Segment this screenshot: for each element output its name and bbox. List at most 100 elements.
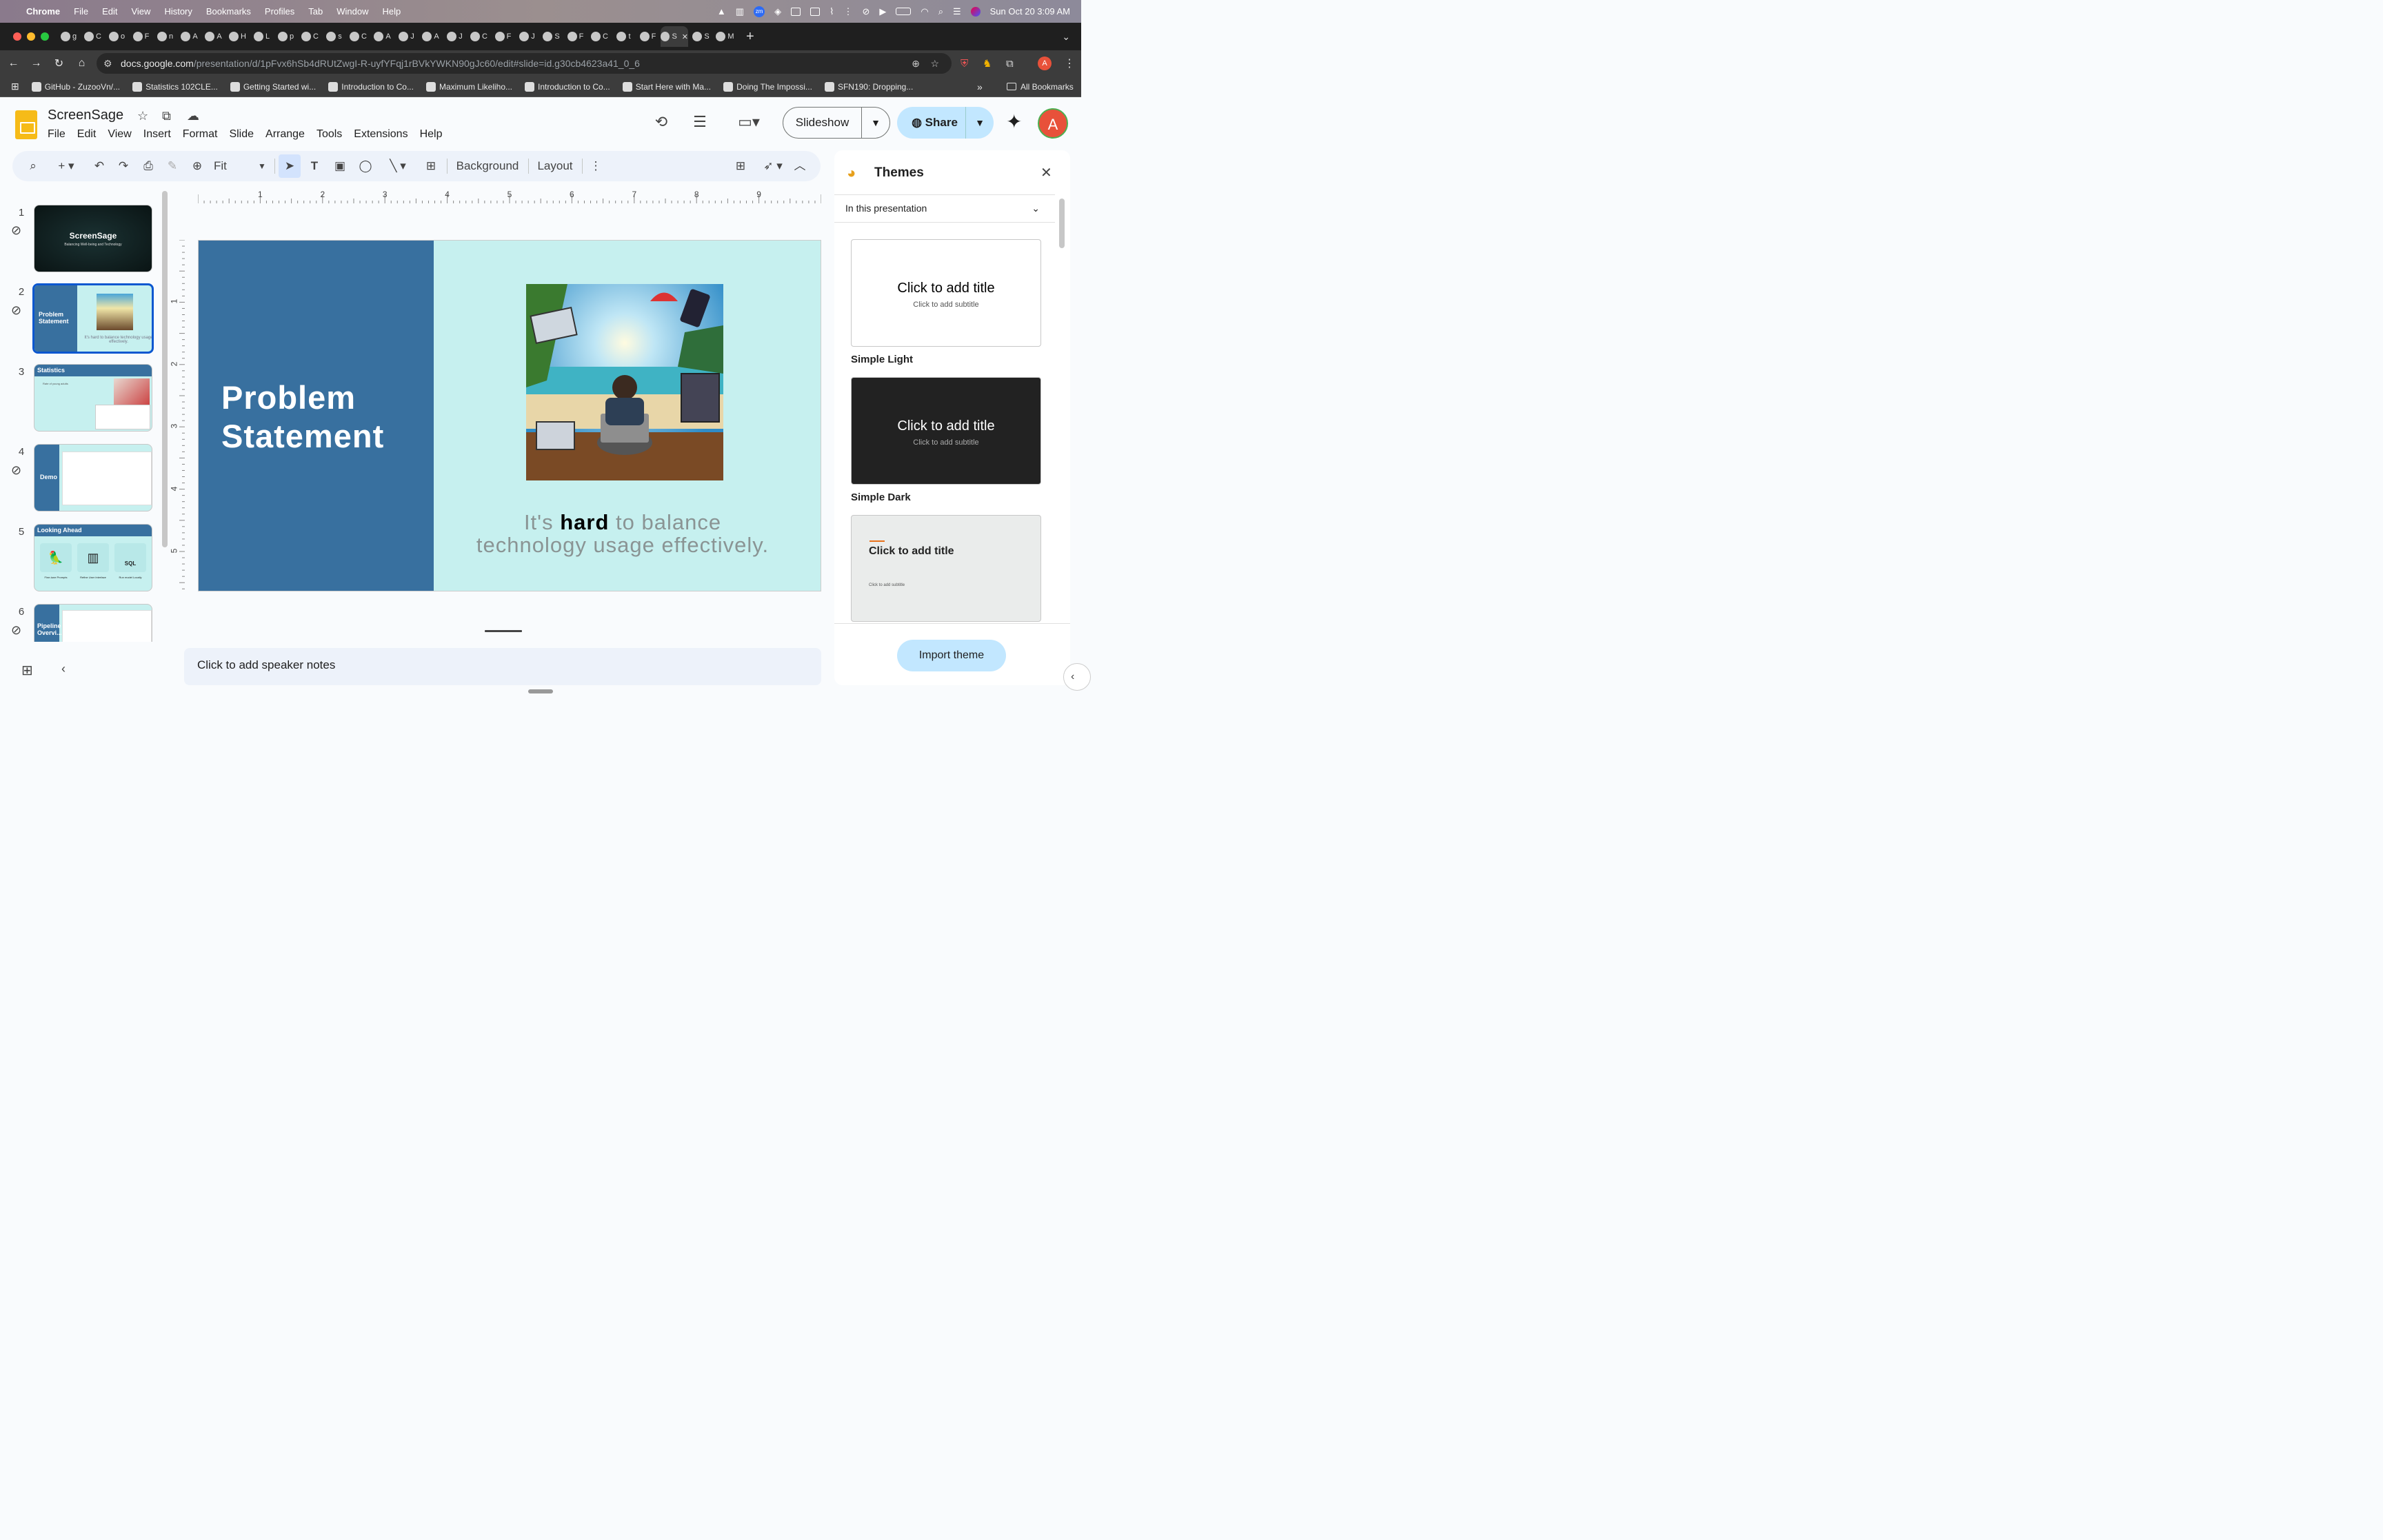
maximize-window-button[interactable] [41, 32, 49, 41]
browser-tab[interactable]: A [178, 26, 201, 47]
bookmark-item[interactable]: Statistics 102CLE... [132, 81, 218, 92]
menu-view[interactable]: View [131, 6, 150, 17]
collapse-filmstrip-icon[interactable]: ‹ [61, 662, 66, 676]
bookmark-item[interactable]: Introduction to Co... [525, 81, 610, 92]
theme-card-simple-dark[interactable]: Click to add title Click to add subtitle [851, 377, 1041, 485]
slideshow-button[interactable]: Slideshow ▼ [783, 107, 890, 139]
text-icon[interactable] [810, 7, 821, 16]
status-icon[interactable]: ▲ [717, 6, 726, 17]
bottom-resize-handle[interactable] [528, 689, 553, 693]
insert-image-plus-icon[interactable]: ⊞ [732, 151, 749, 181]
zoom-icon[interactable]: ⊕ [189, 151, 205, 181]
browser-tab[interactable]: H [226, 26, 249, 47]
browser-tab[interactable]: o [105, 26, 128, 47]
chrome-menu-icon[interactable]: ⋮ [1064, 57, 1075, 70]
close-icon[interactable]: ✕ [1040, 164, 1052, 181]
browser-tab[interactable]: A [371, 26, 394, 47]
browser-tab[interactable]: S [540, 26, 563, 47]
document-title[interactable]: ScreenSage [48, 108, 123, 123]
menu-insert[interactable]: Insert [143, 128, 171, 141]
layout-button[interactable]: Layout [534, 151, 576, 181]
home-icon[interactable]: ⌂ [70, 57, 93, 70]
theme-card-streamline[interactable]: Click to add title Click to add subtitle [851, 515, 1041, 622]
slide-title[interactable]: Problem Statement [221, 378, 428, 456]
menu-window[interactable]: Window [336, 6, 368, 17]
insert-image-icon[interactable]: ▣ [332, 151, 348, 181]
menu-app-name[interactable]: Chrome [26, 6, 60, 17]
back-arrow-icon[interactable]: ← [2, 57, 25, 70]
menu-bookmarks[interactable]: Bookmarks [206, 6, 251, 17]
themes-scrollbar[interactable] [1059, 199, 1065, 248]
paperclip-icon[interactable]: ⌇ [829, 6, 834, 17]
menu-format[interactable]: Format [183, 128, 218, 141]
browser-tab[interactable]: C [299, 26, 321, 47]
browser-tab[interactable]: p [274, 26, 297, 47]
bookmark-star-icon[interactable]: ☆ [930, 58, 939, 70]
themes-filter-dropdown[interactable]: In this presentation ⌄ [845, 203, 1045, 219]
browser-tab[interactable]: F [492, 26, 514, 47]
browser-tab[interactable]: J [516, 26, 539, 47]
menu-view[interactable]: View [108, 128, 131, 141]
slide-thumbnail-4[interactable]: Demo [34, 444, 152, 511]
browser-tab[interactable]: C [467, 26, 490, 47]
speaker-notes[interactable]: Click to add speaker notes [184, 648, 821, 685]
slides-logo[interactable] [15, 110, 37, 139]
grid-view-icon[interactable]: ⊞ [21, 662, 33, 679]
slide-image[interactable] [526, 284, 723, 480]
version-history-icon[interactable]: ⟲ [652, 113, 671, 132]
browser-tab[interactable]: C [588, 26, 611, 47]
paint-format-icon[interactable]: ✎ [164, 151, 181, 181]
browser-tab[interactable]: n [154, 26, 177, 47]
circle-icon[interactable]: ⊘ [862, 6, 869, 17]
browser-tab[interactable]: M [714, 26, 736, 47]
link-icon[interactable]: ⊘ [11, 623, 21, 638]
site-info-icon[interactable]: ⚙ [103, 58, 112, 70]
status-icon[interactable]: ◈ [774, 6, 781, 17]
search-icon[interactable]: ⌕ [938, 6, 943, 17]
browser-tab[interactable]: L [250, 26, 273, 47]
browser-tab[interactable]: t [612, 26, 635, 47]
current-slide[interactable]: Problem Statement It's hard to balance t… [198, 240, 821, 591]
menu-slide[interactable]: Slide [229, 128, 254, 141]
url-text[interactable]: docs.google.com/presentation/d/1pFvx6hSb… [121, 58, 640, 69]
meet-camera-icon[interactable]: ▭▾ [732, 113, 765, 132]
battery-icon[interactable] [896, 8, 912, 15]
chevron-down-icon[interactable]: ▼ [862, 117, 889, 128]
more-bookmarks-icon[interactable]: » [977, 81, 983, 92]
slide-thumbnail-6[interactable]: Pipeline Overvi... [34, 604, 152, 642]
forward-arrow-icon[interactable]: → [25, 57, 48, 70]
more-options-icon[interactable]: ⋮ [589, 151, 603, 181]
browser-tab[interactable]: F [564, 26, 587, 47]
shield-extension-icon[interactable]: ⛨ [961, 58, 968, 70]
new-tab-button[interactable]: + [746, 29, 754, 45]
status-icon[interactable]: ⋮ [843, 6, 852, 17]
slide-thumbnail-2[interactable]: Problem Statement It's hard to balance t… [32, 283, 154, 354]
browser-tab[interactable]: A [419, 26, 442, 47]
menu-extensions[interactable]: Extensions [354, 128, 408, 141]
browser-tab[interactable]: S ✕ [661, 26, 688, 47]
bookmark-item[interactable]: Getting Started wi... [230, 81, 316, 92]
browser-tab[interactable]: J [395, 26, 418, 47]
chevron-down-icon[interactable]: ▼ [966, 117, 994, 128]
browser-tab[interactable]: C [81, 26, 104, 47]
menu-edit[interactable]: Edit [102, 6, 117, 17]
zoom-status-icon[interactable]: zm [754, 6, 765, 17]
line-icon[interactable]: ╲ ▾ [383, 151, 413, 181]
address-bar[interactable]: ⚙ docs.google.com/presentation/d/1pFvx6h… [97, 53, 952, 74]
browser-tab[interactable]: g [57, 26, 80, 47]
shape-icon[interactable]: ◯ [357, 151, 374, 181]
add-comment-icon[interactable]: ⊞ [423, 151, 439, 181]
menu-history[interactable]: History [164, 6, 192, 17]
print-icon[interactable]: ⎙ [140, 151, 157, 181]
bookmark-item[interactable]: Start Here with Ma... [622, 81, 711, 92]
menu-file[interactable]: File [74, 6, 88, 17]
play-icon[interactable]: ▶ [879, 6, 886, 17]
slide-caption[interactable]: It's hard to balance technology usage ef… [447, 511, 798, 556]
all-bookmarks-folder[interactable]: All Bookmarks [1007, 82, 1074, 92]
clock-datetime[interactable]: Sun Oct 20 3:09 AM [990, 6, 1070, 17]
link-icon[interactable]: ⊘ [11, 303, 21, 318]
account-avatar[interactable]: A [1038, 108, 1068, 139]
select-pointer-icon[interactable]: ➤ [279, 154, 301, 178]
pointer-mode-icon[interactable]: ➶ ▾ [757, 151, 789, 181]
new-slide-button[interactable]: + ▾ [52, 151, 80, 181]
